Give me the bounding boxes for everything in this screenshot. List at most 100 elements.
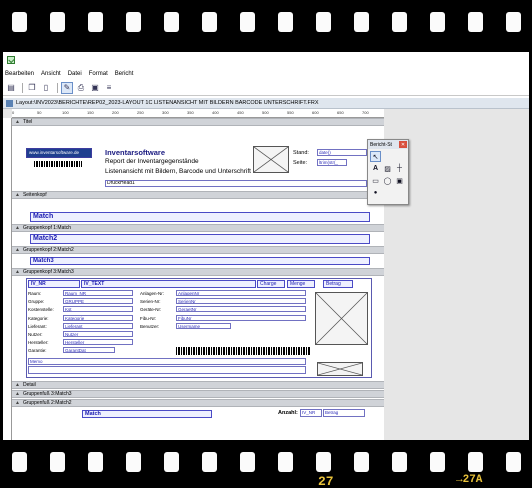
menu-format[interactable]: Format bbox=[89, 71, 108, 77]
iv-nr-field[interactable]: IV_NR bbox=[28, 280, 80, 288]
data-field[interactable]: Nutzer bbox=[63, 331, 133, 337]
page-icon[interactable]: ▯ bbox=[40, 82, 52, 94]
menge-field[interactable]: Menge bbox=[287, 280, 315, 288]
print-icon[interactable]: ⎙ bbox=[75, 82, 87, 94]
placeholder-cell bbox=[394, 151, 405, 162]
design-icon[interactable]: ✎ bbox=[61, 81, 73, 94]
stand-field[interactable]: date() bbox=[317, 149, 367, 156]
field-label: Geräte-Nr: bbox=[140, 307, 162, 313]
ruler-tick-label: 150 bbox=[87, 110, 94, 115]
report-line2[interactable]: Listenansicht mit Bildern, Barcode und U… bbox=[105, 168, 251, 175]
film-strip-top bbox=[0, 0, 532, 47]
menu-bar: Bearbeiten Ansicht Datei Format Bericht bbox=[3, 68, 529, 80]
application-window: Bearbeiten Ansicht Datei Format Bericht … bbox=[3, 52, 529, 442]
group2-field[interactable]: Match2 bbox=[30, 234, 370, 244]
band-group3-header[interactable]: ▲ Gruppenkopf 3:Match3 bbox=[12, 268, 384, 276]
group3-field[interactable]: Match3 bbox=[30, 257, 370, 265]
collapse-icon: ▲ bbox=[15, 192, 20, 198]
menu-bearbeiten[interactable]: Bearbeiten bbox=[5, 71, 34, 77]
ellipse-icon[interactable]: ◯ bbox=[382, 175, 393, 186]
sprocket-hole bbox=[126, 12, 141, 32]
logo-url[interactable]: www.inventarsoftware.de bbox=[26, 148, 92, 158]
band-group3-header-label: Gruppenkopf 3:Match3 bbox=[22, 269, 74, 275]
group1-field[interactable]: Match bbox=[30, 212, 370, 222]
title-image-placeholder[interactable] bbox=[253, 146, 289, 173]
signature-image-placeholder[interactable] bbox=[317, 362, 363, 376]
band-group3-footer[interactable]: ▲ Gruppenfuß 3:Match3 bbox=[12, 390, 384, 398]
data-field[interactable]: Raum_NR bbox=[63, 290, 133, 296]
menu-ansicht[interactable]: Ansicht bbox=[41, 71, 61, 77]
ruler-tick-label: 700 bbox=[362, 110, 369, 115]
item-barcode[interactable] bbox=[176, 347, 311, 355]
footer-match-field[interactable]: Match bbox=[82, 410, 212, 418]
report-tools-palette[interactable]: Bericht-St ✕ ↖ A ▨ ┼ ▭ ◯ ▣ ● bbox=[367, 139, 409, 205]
align-icon[interactable]: ≡ bbox=[103, 82, 115, 94]
ruler-tick-label: 250 bbox=[137, 110, 144, 115]
stand-label: Stand: bbox=[293, 150, 309, 156]
rectangle-icon[interactable]: ▭ bbox=[370, 175, 381, 186]
seite-field[interactable]: ltrim(str(_ bbox=[317, 159, 347, 166]
data-field[interactable]: FibuNr bbox=[176, 314, 306, 321]
band-group2-header[interactable]: ▲ Gruppenkopf 2:Match2 bbox=[12, 246, 384, 254]
band-page-header[interactable]: ▲ Seitenkopf bbox=[12, 191, 384, 199]
image-icon[interactable]: ▨ bbox=[382, 163, 393, 174]
anzahl-field[interactable]: IV_NR bbox=[300, 409, 322, 417]
band-detail[interactable]: ▲ Detail bbox=[12, 381, 384, 389]
copy-icon[interactable]: ❐ bbox=[26, 82, 38, 94]
line-icon[interactable]: ┼ bbox=[394, 163, 405, 174]
band-group1-header[interactable]: ▲ Gruppenkopf 1:Match bbox=[12, 224, 384, 232]
data-field[interactable]: Usermame bbox=[176, 322, 231, 329]
data-field[interactable]: AnlagenNr bbox=[176, 290, 306, 296]
menu-bericht[interactable]: Bericht bbox=[115, 71, 134, 77]
data-field[interactable]: GarantDat bbox=[63, 347, 115, 354]
band-title[interactable]: ▲ Titel bbox=[12, 118, 384, 126]
druckhead-field[interactable]: DruckHead1 bbox=[105, 180, 367, 187]
field-label: Nutzer: bbox=[28, 332, 43, 337]
collapse-icon: ▲ bbox=[15, 382, 20, 388]
preview-icon[interactable]: ▣ bbox=[89, 82, 101, 94]
report-heading[interactable]: Inventarsoftware bbox=[105, 148, 165, 157]
item-image-placeholder[interactable] bbox=[315, 292, 368, 345]
lock-icon[interactable]: ● bbox=[370, 187, 381, 198]
logo-barcode bbox=[34, 161, 82, 167]
field-label: Gruppe: bbox=[28, 299, 45, 305]
field-label: Garantie: bbox=[28, 348, 47, 354]
picture-icon[interactable]: ▣ bbox=[394, 175, 405, 186]
charge-field[interactable]: Charge bbox=[257, 280, 285, 288]
sprocket-hole bbox=[278, 452, 293, 472]
data-field[interactable]: Lieferant bbox=[63, 322, 133, 329]
sprocket-hole bbox=[430, 12, 445, 32]
collapse-icon: ▲ bbox=[15, 269, 20, 275]
data-field[interactable]: Kst bbox=[63, 306, 133, 313]
sprocket-hole bbox=[50, 452, 65, 472]
data-field[interactable]: Kategorie bbox=[63, 314, 133, 321]
menu-datei[interactable]: Datei bbox=[68, 71, 82, 77]
close-icon[interactable]: ✕ bbox=[399, 141, 407, 148]
data-field[interactable]: GeraetNr bbox=[176, 306, 306, 313]
sprocket-hole bbox=[278, 12, 293, 32]
toolbar-separator bbox=[57, 82, 58, 93]
text-icon[interactable]: A bbox=[370, 163, 381, 174]
palette-title-bar[interactable]: Bericht-St ✕ bbox=[368, 140, 408, 149]
data-field[interactable]: GRUPPE bbox=[63, 298, 133, 305]
band-group2-footer[interactable]: ▲ Gruppenfuß 2:Match2 bbox=[12, 399, 384, 407]
data-field[interactable]: Hersteller bbox=[63, 339, 133, 346]
report-line1[interactable]: Report der Inventargegenstände bbox=[105, 158, 199, 165]
footer-betrag-field[interactable]: Betrag bbox=[323, 409, 365, 417]
data-field[interactable]: SerienNr bbox=[176, 298, 306, 305]
sprocket-hole bbox=[506, 12, 521, 32]
report-canvas[interactable]: ▲ Titel www.inventarsoftware.de Inventars… bbox=[12, 118, 384, 442]
sprocket-hole bbox=[202, 452, 217, 472]
collapse-icon: ▲ bbox=[15, 391, 20, 397]
frame-number: 27 bbox=[318, 474, 334, 488]
sprocket-hole bbox=[392, 452, 407, 472]
save-icon[interactable]: ▤ bbox=[5, 82, 17, 94]
iv-text-field[interactable]: IV_TEXT bbox=[81, 280, 256, 288]
band-group1-header-label: Gruppenkopf 1:Match bbox=[22, 225, 72, 231]
memo-field[interactable]: Memo bbox=[28, 358, 306, 365]
collapse-icon: ▲ bbox=[15, 247, 20, 253]
band-detail-label: Detail bbox=[22, 382, 36, 388]
betrag-field[interactable]: Betrag bbox=[323, 280, 353, 288]
pointer-icon[interactable]: ↖ bbox=[370, 151, 381, 162]
document-icon bbox=[6, 99, 13, 107]
